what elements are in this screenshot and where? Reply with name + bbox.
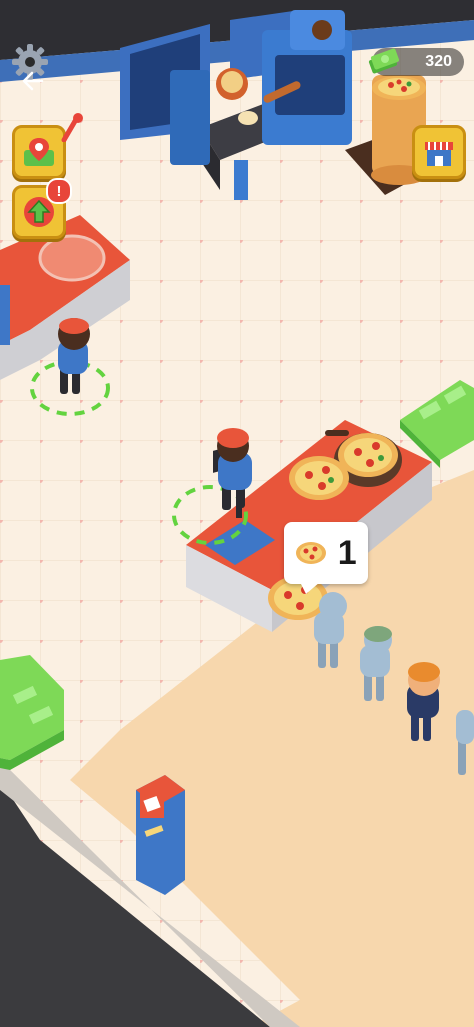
exclamation-icon: ! (56, 182, 62, 200)
bubble-tail (300, 582, 320, 594)
shop-icon (425, 142, 453, 166)
drop-zone (38, 234, 106, 282)
order-bubble: 1 (284, 522, 368, 584)
map-pin-icon (24, 138, 54, 166)
pizza-icon (296, 542, 327, 564)
upgrade-alert-badge: ! (46, 178, 72, 204)
order-quantity: 1 (337, 533, 357, 572)
back-arrow-icon (22, 71, 44, 91)
game-scene[interactable]: ! 320 1 (0, 0, 474, 1027)
map-flag-icon (60, 112, 86, 143)
map-button[interactable] (12, 125, 66, 179)
money-amount: 320 (425, 53, 452, 70)
shop-button[interactable] (412, 125, 466, 179)
back-button[interactable] (20, 70, 46, 92)
scene-graphics (0, 0, 474, 1027)
kiosk (136, 775, 185, 895)
cash-icon (366, 44, 400, 78)
